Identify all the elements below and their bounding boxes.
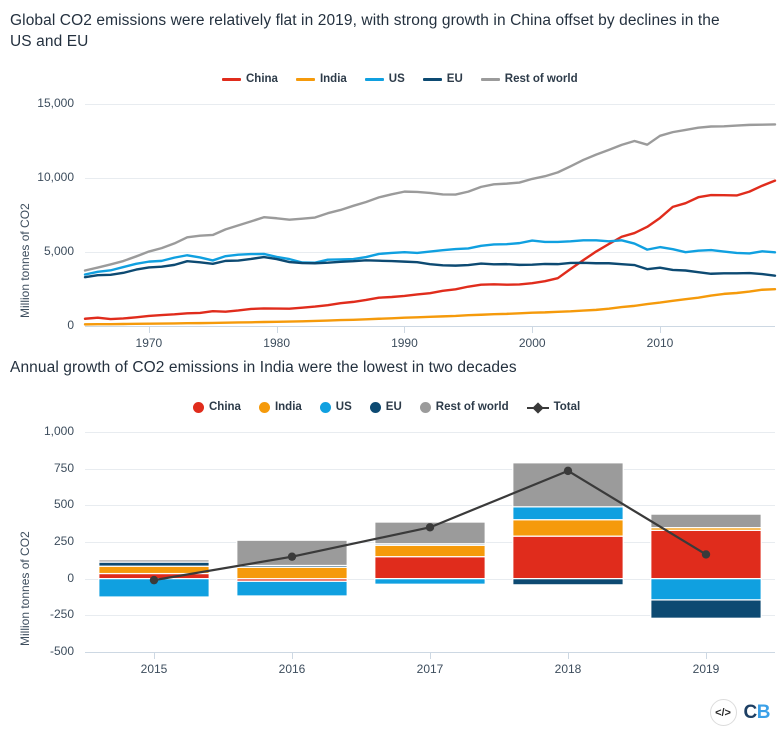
carbon-brief-logo[interactable]: </> CB: [709, 699, 771, 726]
legend2-item-total[interactable]: Total: [526, 401, 581, 414]
x-tick-mark: [568, 652, 569, 659]
legend2-label-india: India: [274, 401, 302, 413]
line-series-eu: [83, 255, 777, 279]
chart1-legend: China India US EU Rest of world: [222, 73, 578, 85]
bar-segment-india-2015: [98, 565, 210, 575]
legend2-item-india[interactable]: India: [258, 401, 302, 413]
bar-segment-eu-2019: [650, 599, 762, 619]
bar-segment-us-2018: [512, 506, 624, 521]
legend-swatch-india: [295, 77, 315, 81]
x-tick-mark: [430, 652, 431, 659]
x-tick-mark: [277, 326, 278, 333]
logo-letter-c: C: [743, 702, 758, 723]
bar-segment-rest-of-world-2019: [650, 513, 762, 529]
legend2-item-china[interactable]: China: [193, 401, 241, 413]
x-tick-label: 2015: [140, 662, 168, 676]
x-tick-label: 2017: [416, 662, 444, 676]
legend2-label-china: China: [209, 401, 241, 413]
chart1-lines: [83, 123, 777, 326]
bar-segment-rest-of-world-2015: [98, 559, 210, 563]
total-marker-2017: [425, 523, 435, 532]
legend-item-india[interactable]: India: [295, 73, 347, 85]
legend2-label-us: US: [335, 401, 352, 413]
bar-segment-eu-2018: [512, 578, 624, 586]
legend-swatch-us: [364, 77, 384, 81]
legend-label-us: US: [388, 73, 405, 85]
x-tick-label: 2018: [554, 662, 582, 676]
bar-segment-india-2016: [236, 566, 348, 580]
legend2-label-rest-of-world: Rest of world: [435, 401, 509, 413]
x-tick-mark: [532, 326, 533, 333]
x-tick-label: 1970: [135, 336, 163, 350]
legend2-swatch-total: [526, 401, 549, 414]
bar-segment-india-2017: [374, 544, 486, 558]
total-marker-2015: [149, 575, 159, 585]
legend-item-rest-of-world[interactable]: Rest of world: [480, 73, 578, 85]
x-tick-mark: [292, 652, 293, 659]
x-tick-label: 1990: [391, 336, 418, 350]
x-tick-label: 2019: [692, 662, 720, 676]
legend-label-china: China: [246, 73, 278, 85]
legend-label-eu: EU: [446, 73, 463, 85]
bar-segment-eu-2015: [98, 561, 210, 567]
legend2-label-eu: EU: [385, 401, 402, 413]
legend-swatch-eu: [422, 77, 442, 81]
bar-segment-us-2016: [236, 580, 348, 597]
legend-label-rest-of-world: Rest of world: [504, 73, 578, 85]
legend-item-china[interactable]: China: [222, 73, 278, 85]
x-tick-mark: [660, 326, 661, 333]
legend2-swatch-india: [258, 401, 270, 413]
logo-text: CB: [743, 702, 771, 723]
legend2-swatch-rest-of-world: [419, 401, 431, 413]
legend2-label-total: Total: [553, 401, 581, 413]
bar-segment-china-2018: [512, 535, 624, 580]
line-chart-emissions: Million tonnes of CO2 0 5,000 10,000 15,000…: [0, 96, 780, 350]
x-tick-label: 1980: [263, 336, 290, 350]
bar-segment-us-2019: [650, 578, 762, 601]
x-tick-mark: [706, 652, 707, 659]
legend2-item-eu[interactable]: EU: [369, 401, 402, 413]
stacked-bar-chart-growth: Million tonnes of CO2 -500 -250 0 250 500 750…: [0, 424, 780, 676]
legend2-item-us[interactable]: US: [319, 401, 352, 413]
chart2-legend: China India US EU Rest of world Total: [193, 401, 581, 414]
chart2-title: Annual growth of CO2 emissions in India …: [10, 359, 517, 376]
x-tick-mark: [404, 326, 405, 333]
legend2-item-rest-of-world[interactable]: Rest of world: [419, 401, 509, 413]
legend-swatch-china: [222, 77, 241, 81]
x-tick-label: 2000: [518, 336, 546, 350]
legend-item-us[interactable]: US: [364, 73, 405, 85]
legend-label-india: India: [319, 73, 347, 85]
total-marker-2019: [701, 550, 711, 559]
line-series-india: [83, 287, 777, 326]
bar-segment-india-2018: [512, 519, 624, 537]
code-glyph-icon: </>: [709, 699, 737, 726]
total-marker-2016: [287, 552, 297, 561]
infographic-root: Global CO2 emissions were relatively fla…: [0, 0, 780, 736]
x-tick-mark: [149, 326, 150, 333]
legend-swatch-rest-of-world: [480, 77, 500, 81]
x-tick-mark: [154, 652, 155, 659]
total-marker-2018: [563, 466, 573, 476]
legend-item-eu[interactable]: EU: [422, 73, 463, 85]
logo-letter-b: B: [756, 702, 771, 723]
chart1-title: Global CO2 emissions were relatively fla…: [10, 12, 720, 50]
legend2-swatch-us: [319, 401, 331, 413]
bar-segment-us-2017: [374, 578, 486, 585]
chart2-bars: [98, 462, 762, 619]
x-tick-label: 2016: [278, 662, 306, 676]
x-tick-label: 2010: [646, 336, 674, 350]
legend2-swatch-eu: [369, 401, 381, 413]
legend2-swatch-china: [193, 401, 204, 413]
bar-segment-china-2017: [374, 556, 486, 580]
